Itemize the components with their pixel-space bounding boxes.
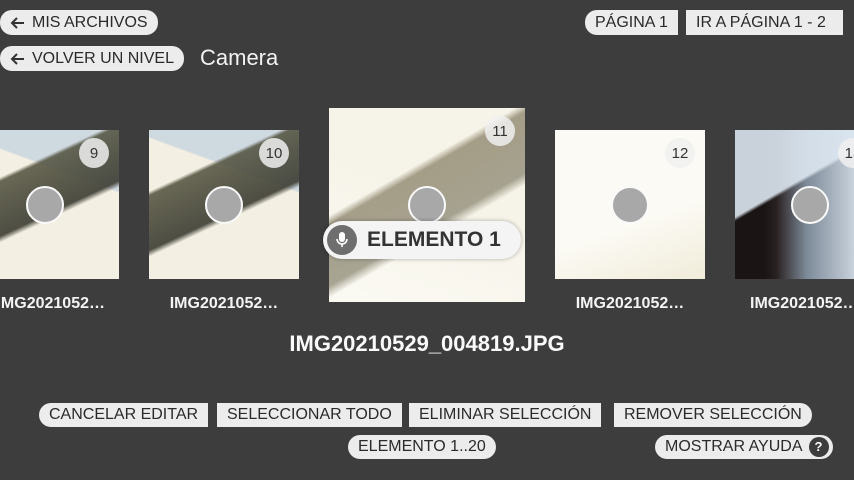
voice-command-hint: ELEMENTO 1: [323, 221, 521, 259]
select-circle[interactable]: [408, 186, 446, 224]
thumbnail-item[interactable]: 13: [735, 130, 854, 279]
item-range-label: ELEMENTO 1..20: [358, 438, 486, 455]
show-help-button[interactable]: MOSTRAR AYUDA ?: [655, 435, 833, 459]
goto-page-button[interactable]: IR A PÁGINA 1 - 2: [686, 10, 843, 35]
cancel-edit-label: CANCELAR EDITAR: [49, 406, 199, 423]
item-number: 10: [259, 138, 289, 168]
microphone-icon: [327, 225, 357, 255]
item-range-button[interactable]: ELEMENTO 1..20: [348, 435, 496, 459]
up-level-label: VOLVER UN NIVEL: [32, 49, 174, 67]
thumbnail-caption: IMG2021052…: [750, 295, 854, 312]
selected-filename: IMG20210529_004819.JPG: [289, 331, 565, 356]
item-number: 11: [485, 116, 515, 146]
delete-selection-label: ELIMINAR SELECCIÓN: [419, 406, 592, 423]
remove-selection-label: REMOVER SELECCIÓN: [624, 406, 802, 423]
item-number: 9: [79, 138, 109, 168]
my-files-button[interactable]: MIS ARCHIVOS: [0, 10, 158, 35]
thumbnail-caption: IMG2021052…: [0, 295, 105, 312]
voice-hint-label: ELEMENTO 1: [367, 228, 501, 251]
thumbnail-item[interactable]: 10: [149, 130, 299, 279]
thumbnail-caption: IMG2021052…: [575, 295, 685, 312]
page-indicator[interactable]: PÁGINA 1: [585, 10, 678, 35]
goto-page-label: IR A PÁGINA 1 - 2: [696, 13, 826, 31]
thumbnail-item[interactable]: 9: [0, 130, 119, 279]
select-circle[interactable]: [791, 185, 829, 224]
arrow-left-icon: [10, 52, 24, 65]
select-all-button[interactable]: SELECCIONAR TODO: [217, 403, 402, 427]
thumbnail-caption: IMG2021052…: [169, 295, 279, 312]
up-level-button[interactable]: VOLVER UN NIVEL: [0, 46, 184, 71]
item-number: 12: [665, 138, 695, 168]
page-label: PÁGINA 1: [595, 13, 668, 31]
help-icon: ?: [808, 437, 829, 457]
select-circle[interactable]: [25, 185, 64, 224]
remove-selection-button[interactable]: REMOVER SELECCIÓN: [614, 403, 812, 427]
show-help-label: MOSTRAR AYUDA: [665, 438, 803, 455]
thumbnail-item-focused[interactable]: 11: [329, 108, 525, 302]
thumbnail-item[interactable]: 12: [555, 130, 705, 279]
arrow-left-icon: [10, 16, 24, 29]
folder-title: Camera: [200, 45, 279, 70]
select-circle[interactable]: [205, 185, 243, 224]
select-all-label: SELECCIONAR TODO: [227, 406, 392, 423]
my-files-label: MIS ARCHIVOS: [32, 13, 148, 31]
delete-selection-button[interactable]: ELIMINAR SELECCIÓN: [409, 403, 602, 427]
select-circle[interactable]: [611, 185, 649, 224]
cancel-edit-button[interactable]: CANCELAR EDITAR: [39, 403, 209, 427]
